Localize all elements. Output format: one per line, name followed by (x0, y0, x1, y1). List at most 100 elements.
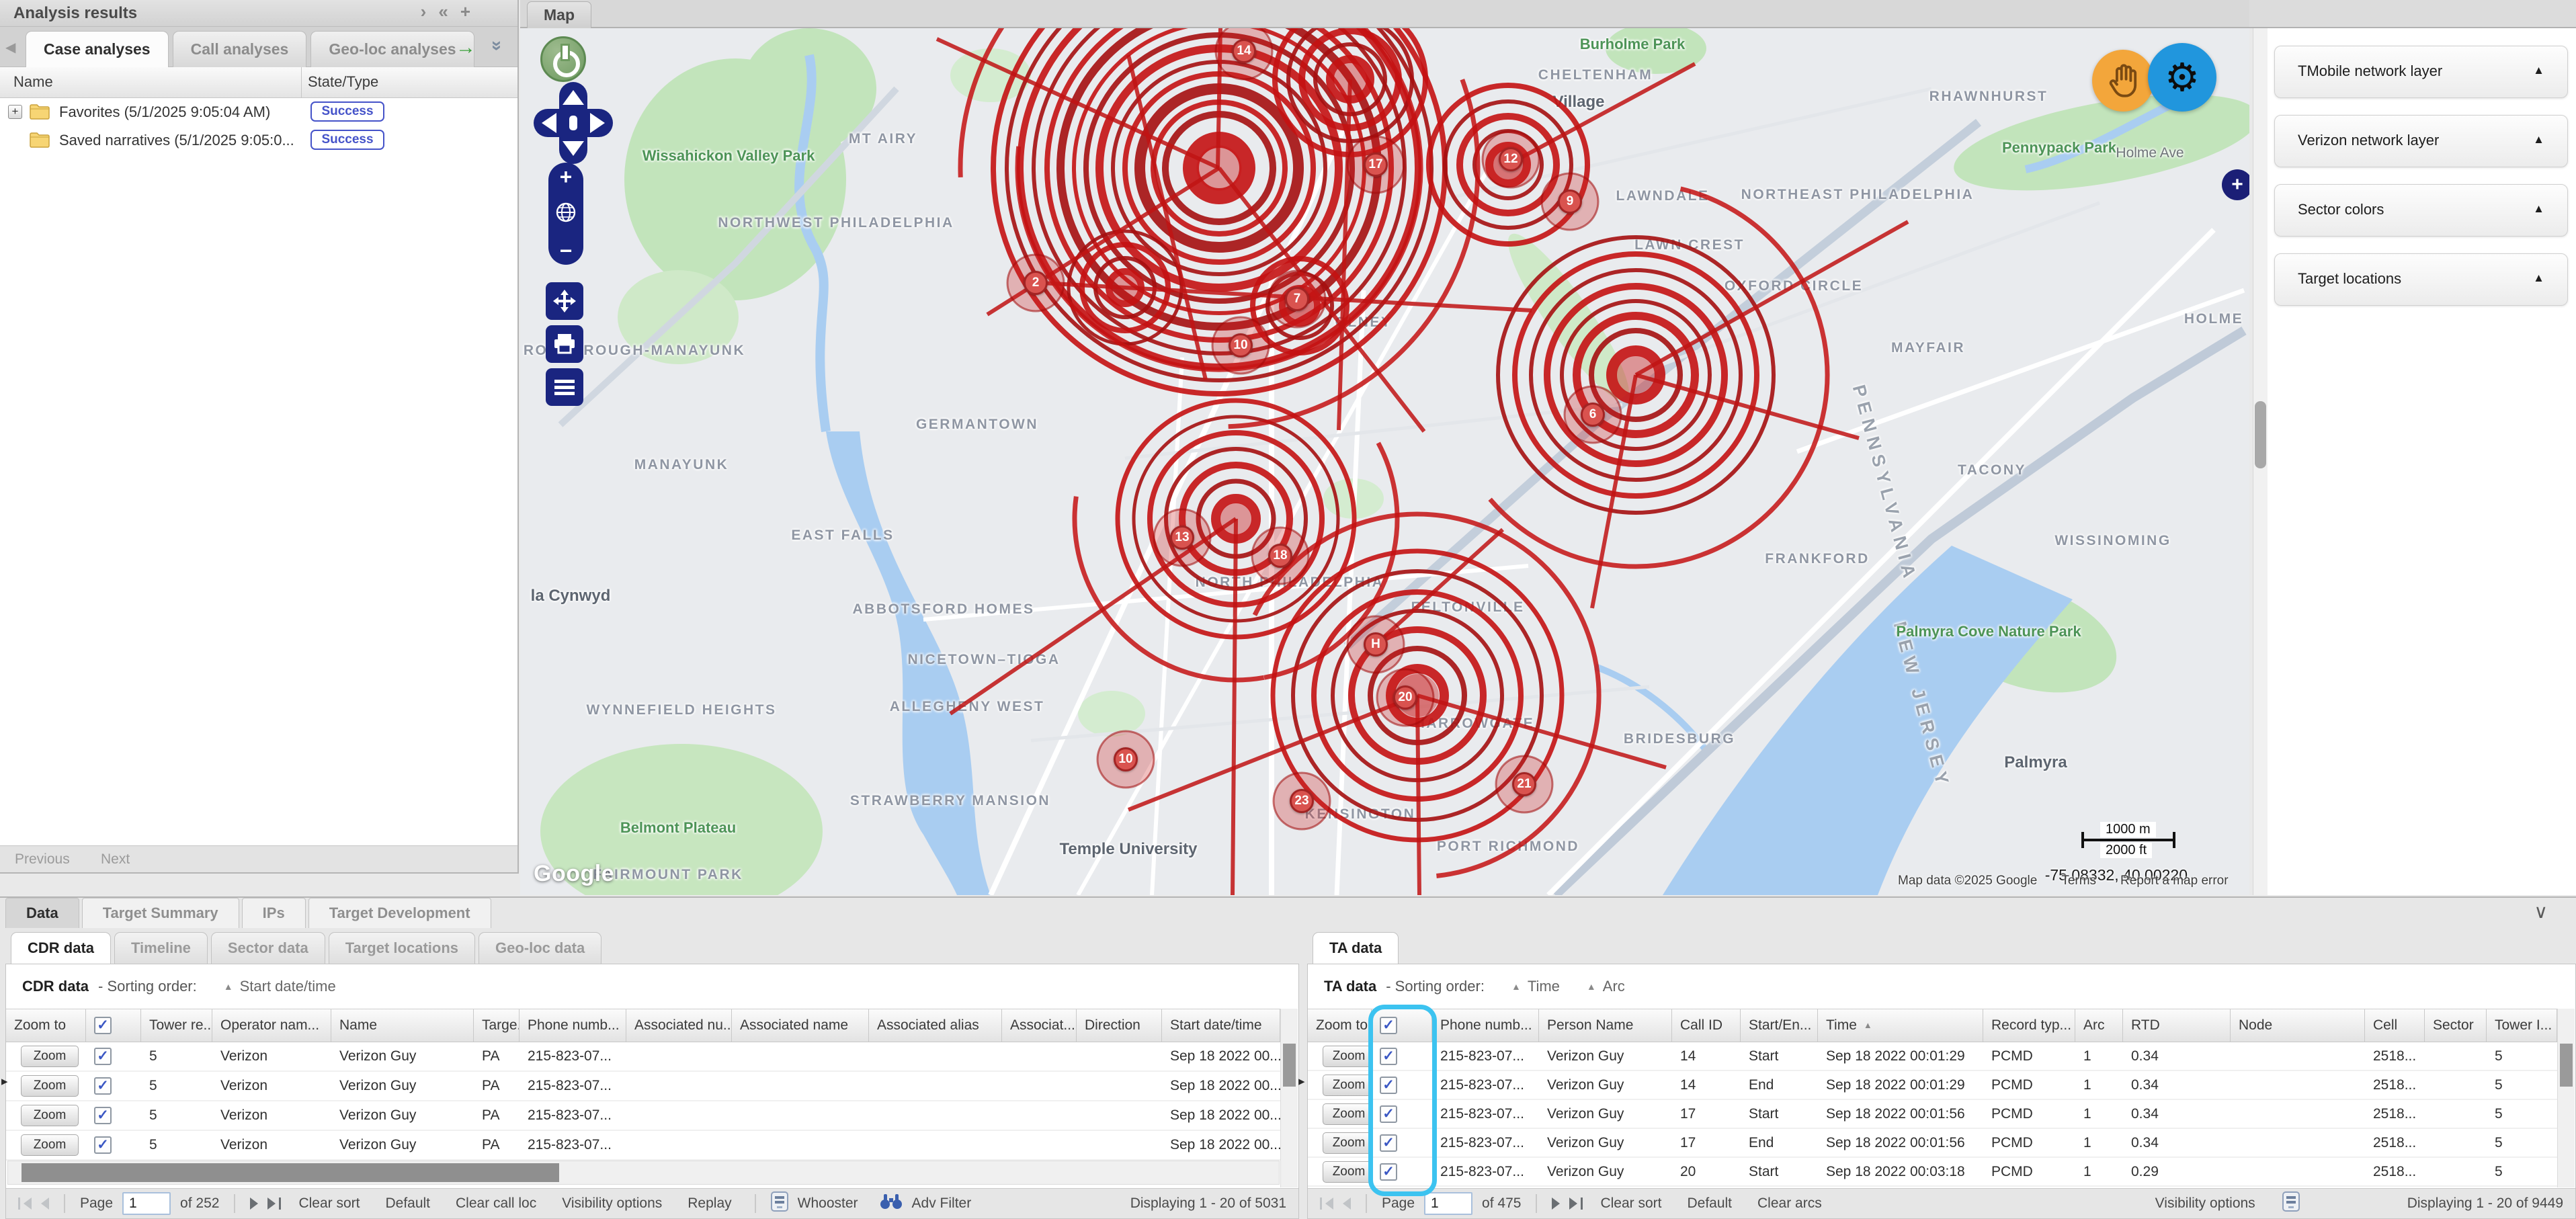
collapse-arrow-icon[interactable]: ▲ (2533, 64, 2544, 77)
column-header[interactable]: Tower re... (141, 1009, 212, 1042)
row-checkbox[interactable] (1380, 1105, 1397, 1123)
cdr-table-row[interactable]: Zoom 5 Verizon Verizon Guy PA 215-823-07… (6, 1131, 1280, 1161)
dock-collapse-icon[interactable]: ∨ (2534, 900, 2548, 923)
zoom-to-button[interactable]: Zoom (1323, 1075, 1372, 1096)
layers-list-button[interactable] (546, 368, 583, 406)
previous-button[interactable]: Previous (15, 851, 70, 868)
collapse-arrow-icon[interactable]: ▲ (2533, 271, 2544, 285)
dock-tab[interactable]: Data (5, 898, 79, 928)
collapse-arrow-icon[interactable]: ▲ (2533, 202, 2544, 216)
column-header[interactable]: Operator nam... (212, 1009, 331, 1042)
row-checkbox[interactable] (1380, 1163, 1397, 1181)
column-header[interactable]: RTD (2123, 1009, 2231, 1042)
next-page-button[interactable] (250, 1197, 258, 1210)
cdr-table-row[interactable]: Zoom 5 Verizon Verizon Guy PA 215-823-07… (6, 1072, 1280, 1101)
print-button[interactable] (546, 325, 583, 363)
column-header[interactable]: Associat... (1002, 1009, 1077, 1042)
whooster-icon[interactable] (771, 1191, 788, 1216)
ta-subtab[interactable]: TA data (1313, 932, 1399, 964)
map-marker[interactable]: 21 (1512, 772, 1536, 796)
visibility-options-button[interactable]: Visibility options (2155, 1195, 2255, 1212)
collapse-arrow-icon[interactable]: ▲ (2533, 133, 2544, 146)
column-header[interactable]: Targe... (474, 1009, 520, 1042)
double-chevron-down-icon[interactable]: » (487, 40, 508, 51)
column-header[interactable]: Time▲ (1818, 1009, 1983, 1042)
layer-accordion-header[interactable]: TMobile network layer ▲ (2274, 46, 2568, 98)
column-header[interactable]: Name (331, 1009, 474, 1042)
map-marker[interactable]: 23 (1290, 789, 1314, 813)
dock-tab[interactable]: Target Summary (82, 898, 239, 928)
column-header[interactable]: Associated alias (869, 1009, 1002, 1042)
select-all-checkbox[interactable] (1380, 1017, 1397, 1034)
row-checkbox[interactable] (94, 1048, 112, 1065)
cdr-subtab[interactable]: CDR data (11, 932, 111, 964)
zoom-to-button[interactable]: Zoom (1323, 1046, 1372, 1067)
map-marker[interactable]: H (1364, 632, 1388, 657)
column-header[interactable]: Call ID (1672, 1009, 1741, 1042)
hand-tool-button[interactable] (2092, 50, 2154, 112)
map-marker[interactable]: 2 (1024, 271, 1048, 295)
analysis-tab[interactable]: Geo-loc analyses (310, 31, 474, 67)
visibility-grid-icon[interactable] (2282, 1191, 2300, 1216)
next-button[interactable]: Next (101, 851, 130, 868)
tab-scroll-left-icon[interactable]: ◀ (5, 39, 15, 56)
column-header[interactable]: Tower I... (2487, 1009, 2557, 1042)
first-page-button[interactable] (18, 1197, 32, 1210)
column-name[interactable]: Name (13, 73, 53, 91)
map-marker[interactable]: 20 (1393, 685, 1417, 710)
terms-link[interactable]: Terms (2061, 874, 2096, 888)
whooster-button[interactable]: Whooster (798, 1195, 858, 1212)
zoom-control[interactable]: + − (548, 163, 583, 265)
zoom-to-button[interactable]: Zoom (21, 1105, 79, 1126)
scrollbar-thumb[interactable] (1283, 1044, 1296, 1087)
column-header[interactable]: Phone numb... (1432, 1009, 1539, 1042)
ta-vertical-scrollbar[interactable] (2557, 1009, 2575, 1187)
row-checkbox[interactable] (1380, 1134, 1397, 1152)
pan-tool-button[interactable] (546, 282, 583, 320)
pager-action-button[interactable]: Clear sort (1600, 1195, 1661, 1212)
map-marker[interactable]: 14 (1232, 39, 1256, 63)
chevron-right-icon[interactable]: › (421, 1, 427, 22)
cdr-subtab[interactable]: Geo-loc data (479, 932, 601, 964)
ta-table-row[interactable]: Zoom 215-823-07... Verizon Guy 17 End Se… (1308, 1129, 2557, 1158)
page-input[interactable] (1424, 1192, 1472, 1215)
map-marker[interactable]: 13 (1170, 526, 1194, 550)
tree-row[interactable]: + Favorites (5/1/2025 9:05:04 AM) Succes… (0, 98, 517, 126)
column-header[interactable]: Associated name (732, 1009, 869, 1042)
sort-key[interactable]: ▲ Arc (1587, 978, 1625, 995)
expand-icon[interactable]: + (8, 105, 22, 119)
layer-accordion-header[interactable]: Verizon network layer ▲ (2274, 115, 2568, 167)
sort-key[interactable]: ▲ Start date/time (224, 978, 336, 995)
pager-action-button[interactable]: Clear sort (298, 1195, 360, 1212)
column-header-zoom-to[interactable]: Zoom to (1308, 1009, 1372, 1042)
zoom-to-button[interactable]: Zoom (21, 1075, 79, 1097)
row-checkbox[interactable] (94, 1136, 112, 1154)
analysis-tab[interactable]: Call analyses (173, 31, 307, 67)
scrollbar-thumb[interactable] (2560, 1044, 2573, 1087)
ta-table-row[interactable]: Zoom 215-823-07... Verizon Guy 20 Start … (1308, 1158, 2557, 1187)
pager-action-button[interactable]: Default (385, 1195, 430, 1212)
map-canvas[interactable]: Wissahickon Valley Park MT AIRY NORTHWES… (520, 28, 2249, 895)
cdr-horizontal-scrollbar[interactable] (7, 1161, 1280, 1185)
report-map-error-link[interactable]: Report a map error (2120, 874, 2229, 888)
column-header[interactable]: Arc (2075, 1009, 2123, 1042)
zoom-in-icon[interactable]: + (560, 167, 573, 187)
column-state-type[interactable]: State/Type (308, 73, 378, 91)
column-header-checkbox[interactable] (1372, 1009, 1432, 1042)
power-button[interactable] (540, 36, 586, 82)
column-header[interactable]: Person Name (1539, 1009, 1672, 1042)
collapse-left-icon[interactable]: « (438, 1, 448, 22)
ta-table-row[interactable]: Zoom 215-823-07... Verizon Guy 17 Start … (1308, 1100, 2557, 1129)
cdr-vertical-scrollbar[interactable] (1280, 1009, 1298, 1187)
dock-tab[interactable]: Target Development (308, 898, 491, 928)
row-checkbox[interactable] (94, 1107, 112, 1124)
cdr-table-row[interactable]: Zoom 5 Verizon Verizon Guy PA 215-823-07… (6, 1101, 1280, 1131)
zoom-to-button[interactable]: Zoom (21, 1134, 79, 1156)
layer-accordion-header[interactable]: Target locations ▲ (2274, 253, 2568, 306)
zoom-out-icon[interactable]: − (560, 241, 573, 261)
first-page-button[interactable] (1320, 1197, 1333, 1210)
tab-map[interactable]: Map (527, 1, 591, 28)
cdr-subtab[interactable]: Target locations (329, 932, 475, 964)
column-header[interactable]: Cell (2365, 1009, 2425, 1042)
adv-filter-button[interactable]: Adv Filter (912, 1195, 972, 1212)
